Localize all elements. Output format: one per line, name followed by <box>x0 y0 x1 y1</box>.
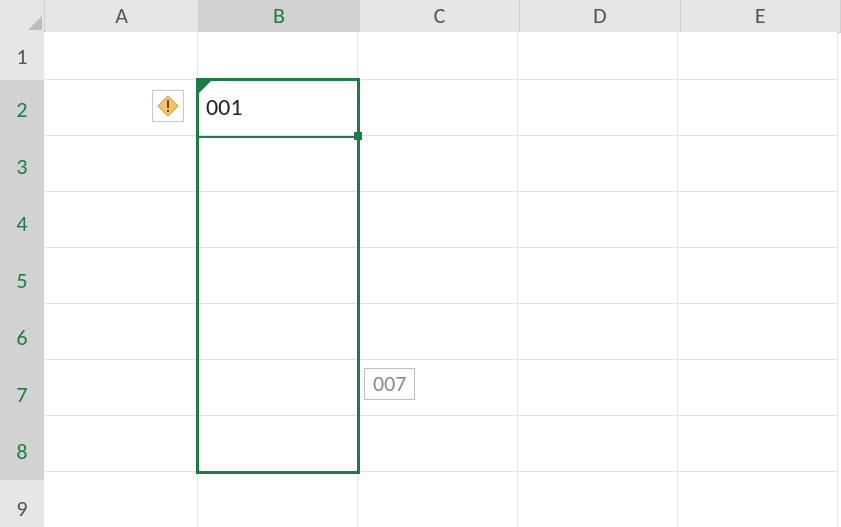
column-headers: A B C D E <box>0 0 841 32</box>
cell-B1[interactable] <box>198 32 358 80</box>
cell-E7[interactable] <box>678 360 838 416</box>
cell-B4[interactable] <box>198 192 358 248</box>
col-header-E[interactable]: E <box>681 0 841 33</box>
cell-D6[interactable] <box>518 304 678 360</box>
row-header-3[interactable]: 3 <box>0 138 46 195</box>
col-header-C[interactable]: C <box>360 0 520 33</box>
cell-C6[interactable] <box>358 304 518 360</box>
autofill-preview-tooltip: 007 <box>364 368 415 400</box>
cell-A7[interactable] <box>44 360 198 416</box>
worksheet[interactable]: A B C D E 1 2 3 4 5 6 7 8 9 001 007 <box>0 0 841 527</box>
cell-D8[interactable] <box>518 416 678 472</box>
cell-C5[interactable] <box>358 248 518 304</box>
cell-A8[interactable] <box>44 416 198 472</box>
cell-E9[interactable] <box>678 472 838 527</box>
cell-A6[interactable] <box>44 304 198 360</box>
row-header-7[interactable]: 7 <box>0 366 46 423</box>
cell-E3[interactable] <box>678 136 838 192</box>
cell-A3[interactable] <box>44 136 198 192</box>
col-header-D[interactable]: D <box>520 0 680 33</box>
cell-C3[interactable] <box>358 136 518 192</box>
cell-D7[interactable] <box>518 360 678 416</box>
cell-A9[interactable] <box>44 472 198 527</box>
cell-B3[interactable] <box>198 136 358 192</box>
cell-E6[interactable] <box>678 304 838 360</box>
cell-A5[interactable] <box>44 248 198 304</box>
cell-C2[interactable] <box>358 80 518 136</box>
row-header-4[interactable]: 4 <box>0 195 46 252</box>
row-header-2[interactable]: 2 <box>0 81 46 138</box>
cell-A4[interactable] <box>44 192 198 248</box>
row-header-9[interactable]: 9 <box>0 480 45 527</box>
cell-C4[interactable] <box>358 192 518 248</box>
cell-B7[interactable] <box>198 360 358 416</box>
cell-E1[interactable] <box>678 32 838 80</box>
cell-D5[interactable] <box>518 248 678 304</box>
cell-E5[interactable] <box>678 248 838 304</box>
cell-D9[interactable] <box>518 472 678 527</box>
cell-B6[interactable] <box>198 304 358 360</box>
row-header-8[interactable]: 8 <box>0 423 46 480</box>
col-header-A[interactable]: A <box>45 0 199 33</box>
row-header-6[interactable]: 6 <box>0 309 46 366</box>
cell-D1[interactable] <box>518 32 678 80</box>
cell-D3[interactable] <box>518 136 678 192</box>
row-header-1[interactable]: 1 <box>0 32 45 81</box>
cell-C8[interactable] <box>358 416 518 472</box>
cell-C9[interactable] <box>358 472 518 527</box>
cell-D4[interactable] <box>518 192 678 248</box>
cell-E8[interactable] <box>678 416 838 472</box>
col-header-B[interactable]: B <box>199 0 359 34</box>
cell-E2[interactable] <box>678 80 838 136</box>
cell-B2[interactable]: 001 <box>198 80 358 136</box>
select-all-corner[interactable] <box>0 0 45 33</box>
cell-C1[interactable] <box>358 32 518 80</box>
cell-A1[interactable] <box>44 32 198 80</box>
error-check-smart-tag[interactable] <box>152 90 184 122</box>
cell-B9[interactable] <box>198 472 358 527</box>
cell-B5[interactable] <box>198 248 358 304</box>
row-headers: 1 2 3 4 5 6 7 8 9 <box>0 32 44 527</box>
select-all-triangle-icon <box>28 16 42 30</box>
cell-B8[interactable] <box>198 416 358 472</box>
row-header-5[interactable]: 5 <box>0 252 46 309</box>
warning-diamond-icon <box>157 95 179 117</box>
cell-E4[interactable] <box>678 192 838 248</box>
cell-D2[interactable] <box>518 80 678 136</box>
